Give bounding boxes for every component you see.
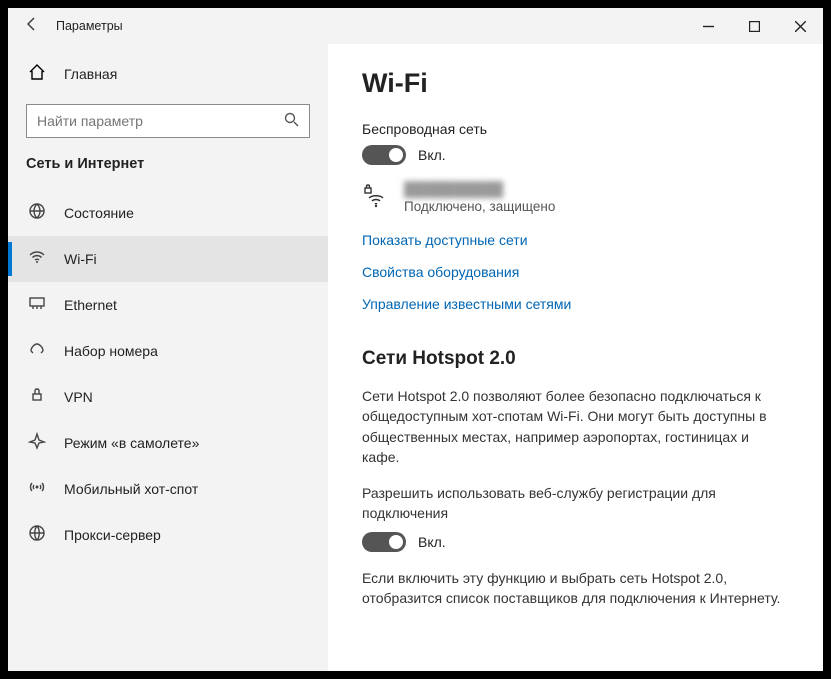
minimize-button[interactable] xyxy=(685,8,731,44)
titlebar: Параметры xyxy=(8,8,823,44)
wireless-label: Беспроводная сеть xyxy=(362,121,789,137)
link-known-networks[interactable]: Управление известными сетями xyxy=(362,296,789,312)
sidebar-section-title: Сеть и Интернет xyxy=(8,156,328,190)
wifi-secure-icon xyxy=(362,181,392,216)
vpn-icon xyxy=(26,386,48,409)
maximize-button[interactable] xyxy=(731,8,777,44)
hotspot-desc: Сети Hotspot 2.0 позволяют более безопас… xyxy=(362,386,789,467)
sidebar-item-hotspot[interactable]: Мобильный хот-спот xyxy=(8,466,328,512)
window-title: Параметры xyxy=(56,19,123,33)
search-icon xyxy=(284,112,299,130)
ssid-hidden: ██████████ xyxy=(404,181,503,197)
dialup-icon xyxy=(26,340,48,363)
sidebar-item-airplane[interactable]: Режим «в самолете» xyxy=(8,420,328,466)
proxy-icon xyxy=(26,524,48,547)
reg-label: Разрешить использовать веб-службу регист… xyxy=(362,483,789,524)
search-input[interactable] xyxy=(26,104,310,138)
sidebar: Главная Сеть и Интернет Состояни xyxy=(8,44,328,671)
sidebar-item-proxy[interactable]: Прокси-сервер xyxy=(8,512,328,558)
main-panel: Wi-Fi Беспроводная сеть Вкл. ██████████ … xyxy=(328,44,823,671)
sidebar-item-status[interactable]: Состояние xyxy=(8,190,328,236)
sidebar-item-ethernet[interactable]: Ethernet xyxy=(8,282,328,328)
sidebar-item-wifi[interactable]: Wi-Fi xyxy=(8,236,328,282)
hotspot-reg-toggle-state: Вкл. xyxy=(418,534,446,550)
current-connection[interactable]: ██████████ Подключено, защищено xyxy=(362,181,789,216)
airplane-icon xyxy=(26,432,48,455)
reg-desc: Если включить эту функцию и выбрать сеть… xyxy=(362,568,789,609)
wifi-icon xyxy=(26,248,48,271)
home-label: Главная xyxy=(64,66,117,82)
wifi-toggle[interactable] xyxy=(362,145,406,165)
wifi-toggle-state: Вкл. xyxy=(418,147,446,163)
back-button[interactable] xyxy=(8,16,56,37)
sidebar-item-home[interactable]: Главная xyxy=(8,52,328,96)
close-button[interactable] xyxy=(777,8,823,44)
search-field[interactable] xyxy=(37,113,284,129)
sidebar-item-dialup[interactable]: Набор номера xyxy=(8,328,328,374)
hotspot-heading: Сети Hotspot 2.0 xyxy=(362,348,789,370)
page-title: Wi-Fi xyxy=(362,68,789,99)
link-hardware-props[interactable]: Свойства оборудования xyxy=(362,264,789,280)
hotspot-reg-toggle[interactable] xyxy=(362,532,406,552)
hotspot-icon xyxy=(26,478,48,501)
connection-status: Подключено, защищено xyxy=(404,199,555,214)
globe-icon xyxy=(26,202,48,225)
ethernet-icon xyxy=(26,294,48,317)
home-icon xyxy=(26,63,48,86)
link-show-available[interactable]: Показать доступные сети xyxy=(362,232,789,248)
settings-window: Параметры Главная xyxy=(8,8,823,671)
sidebar-item-vpn[interactable]: VPN xyxy=(8,374,328,420)
